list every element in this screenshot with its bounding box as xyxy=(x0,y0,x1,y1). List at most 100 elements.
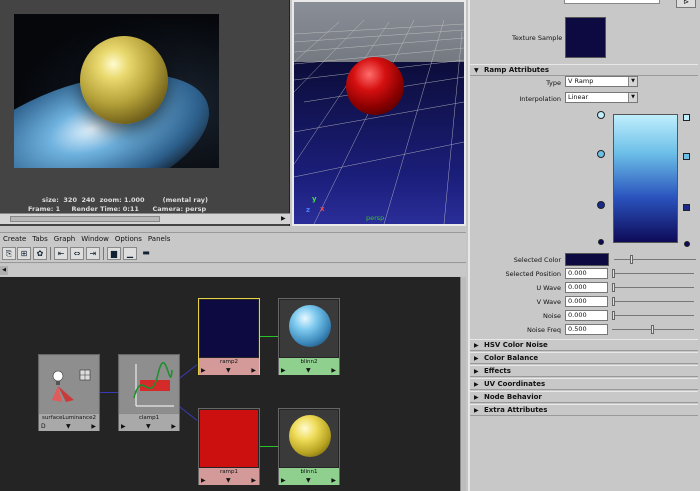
type-dropdown[interactable]: V Ramp ▼ xyxy=(565,76,638,87)
noise-field[interactable]: 0.000 xyxy=(565,310,608,321)
noise-slider[interactable] xyxy=(612,311,694,320)
ramp-delete-handle[interactable] xyxy=(683,153,690,160)
node-name: clamp1 xyxy=(119,414,179,422)
node-name-field[interactable] xyxy=(564,0,660,4)
port-expand-icon[interactable]: ▼ xyxy=(306,366,311,375)
layout-bottom-icon[interactable]: ▁ xyxy=(123,247,137,260)
port-input-icon[interactable]: ▶ xyxy=(201,476,206,485)
menu-graph[interactable]: Graph xyxy=(51,233,78,243)
layout-top-icon[interactable]: ▬ xyxy=(139,247,153,260)
v-wave-slider[interactable] xyxy=(612,297,694,306)
ramp-delete-handle[interactable] xyxy=(683,114,690,121)
focus-button[interactable]: ⊳ xyxy=(676,0,696,8)
port-expand-icon[interactable]: ▼ xyxy=(146,422,151,431)
port-output-icon[interactable]: ▶ xyxy=(251,366,256,375)
slider-thumb[interactable] xyxy=(612,269,615,278)
frame-effects[interactable]: ▶ Effects xyxy=(470,365,698,377)
u-wave-slider[interactable] xyxy=(612,283,694,292)
port-output-icon[interactable]: ▶ xyxy=(331,476,336,485)
ramp-delete-handle[interactable] xyxy=(684,241,690,247)
v-wave-field[interactable]: 0.000 xyxy=(565,296,608,307)
port-output-icon[interactable]: ▶ xyxy=(331,366,336,375)
graph-shading-icon[interactable]: ✿ xyxy=(33,247,47,260)
layout-top-bottom-icon[interactable]: ▆ xyxy=(107,247,121,260)
node-clamp[interactable]: clamp1 ▶ ▼ ▶ xyxy=(118,354,180,431)
node-surface-luminance[interactable]: surfaceLuminance2 D ▼ ▶ xyxy=(38,354,100,431)
frame-node-behavior[interactable]: ▶ Node Behavior xyxy=(470,391,698,403)
menu-options[interactable]: Options xyxy=(112,233,145,243)
ramp-color-handle[interactable] xyxy=(597,150,605,158)
tab-left-arrow-icon[interactable]: ◀ xyxy=(0,266,8,275)
graph-materials-icon[interactable]: ⎘ xyxy=(2,247,16,260)
render-view-panel[interactable]: size: 320 240 zoom: 1.000 (mental ray) F… xyxy=(0,0,290,226)
selected-position-field[interactable]: 0.000 xyxy=(565,268,608,279)
output-connections-icon[interactable]: ⇥ xyxy=(86,247,100,260)
port-input-icon[interactable]: ▶ xyxy=(121,422,126,431)
port-input-icon[interactable]: ▶ xyxy=(201,366,206,375)
frame-uv-coordinates[interactable]: ▶ UV Coordinates xyxy=(470,378,698,390)
port-output-icon[interactable]: ▶ xyxy=(251,476,256,485)
noise-freq-label: Noise Freq xyxy=(526,326,561,334)
slider-thumb[interactable] xyxy=(630,255,633,264)
input-connections-icon[interactable]: ⇤ xyxy=(54,247,68,260)
slider-thumb[interactable] xyxy=(612,297,615,306)
graph-vertical-scrollbar[interactable] xyxy=(460,277,466,491)
node-ramp1[interactable]: ramp1 ▶ ▼ ▶ xyxy=(198,408,260,485)
port-expand-icon[interactable]: ▼ xyxy=(226,476,231,485)
slider-thumb[interactable] xyxy=(612,283,615,292)
connection-line xyxy=(100,392,120,393)
type-value: V Ramp xyxy=(568,77,594,85)
frame-color-balance[interactable]: ▶ Color Balance xyxy=(470,352,698,364)
render-horizontal-scrollbar[interactable]: ▶ xyxy=(0,213,290,224)
port-input-icon[interactable]: ▶ xyxy=(281,476,286,485)
port-out-icon[interactable]: D xyxy=(41,422,46,431)
graph-network-icon[interactable]: ⊞ xyxy=(17,247,31,260)
menu-tabs[interactable]: Tabs xyxy=(29,233,51,243)
node-blinn2[interactable]: blinn2 ▶ ▼ ▶ xyxy=(278,298,340,375)
ramp-delete-handle[interactable] xyxy=(683,204,690,211)
hypershade-toolbar: ⎘ ⊞ ✿ ⇤ ⇔ ⇥ ▆ ▁ ▬ xyxy=(0,245,466,263)
slider-thumb[interactable] xyxy=(612,311,615,320)
node-ports: ▶ ▼ ▶ xyxy=(199,366,259,375)
ramp-color-handle[interactable] xyxy=(597,201,605,209)
render-scroll-thumb[interactable] xyxy=(10,216,160,222)
menu-window[interactable]: Window xyxy=(78,233,112,243)
input-output-connections-icon[interactable]: ⇔ xyxy=(70,247,84,260)
hypershade-graph-area[interactable]: surfaceLuminance2 D ▼ ▶ clamp1 ▶ ▼ ▶ ram… xyxy=(0,277,460,491)
frame-title: UV Coordinates xyxy=(484,380,546,388)
port-output-icon[interactable]: ▶ xyxy=(171,422,176,431)
noise-freq-field[interactable]: 0.500 xyxy=(565,324,608,335)
frame-extra-attributes[interactable]: ▶ Extra Attributes xyxy=(470,404,698,416)
perspective-viewport[interactable]: y x z persp xyxy=(292,0,466,226)
frame-title: Effects xyxy=(484,367,511,375)
camera-label: persp xyxy=(366,214,385,222)
ramp-color-handle-selected[interactable] xyxy=(598,239,604,245)
port-expand-icon[interactable]: ▼ xyxy=(226,366,231,375)
noise-label: Noise xyxy=(542,312,561,320)
ramp-gradient-widget[interactable] xyxy=(613,114,678,243)
scroll-right-arrow-icon[interactable]: ▶ xyxy=(281,215,286,222)
slider-thumb[interactable] xyxy=(651,325,654,334)
ramp-color-handle[interactable] xyxy=(597,111,605,119)
frame-ramp-attributes[interactable]: ▼ Ramp Attributes xyxy=(470,64,698,76)
port-output-icon[interactable]: ▶ xyxy=(91,422,96,431)
port-expand-icon[interactable]: ▼ xyxy=(306,476,311,485)
port-input-icon[interactable]: ▶ xyxy=(281,366,286,375)
menu-panels[interactable]: Panels xyxy=(145,233,174,243)
connection-line xyxy=(177,405,198,421)
selected-color-swatch[interactable] xyxy=(565,253,609,266)
selected-color-slider[interactable] xyxy=(614,255,696,264)
noise-freq-slider[interactable] xyxy=(612,325,694,334)
menu-create[interactable]: Create xyxy=(0,233,29,243)
selected-position-slider[interactable] xyxy=(612,269,694,278)
frame-closed-arrow-icon: ▶ xyxy=(474,394,479,401)
u-wave-field[interactable]: 0.000 xyxy=(565,282,608,293)
node-ramp2[interactable]: ramp2 ▶ ▼ ▶ xyxy=(198,298,260,375)
node-blinn1[interactable]: blinn1 ▶ ▼ ▶ xyxy=(278,408,340,485)
frame-hsv-color-noise[interactable]: ▶ HSV Color Noise xyxy=(470,339,698,351)
viewport-red-sphere[interactable] xyxy=(346,57,404,115)
interpolation-dropdown[interactable]: Linear ▼ xyxy=(565,92,638,103)
port-expand-icon[interactable]: ▼ xyxy=(66,422,71,431)
texture-sample-swatch[interactable] xyxy=(565,17,606,58)
node-ports: ▶ ▼ ▶ xyxy=(119,422,179,431)
